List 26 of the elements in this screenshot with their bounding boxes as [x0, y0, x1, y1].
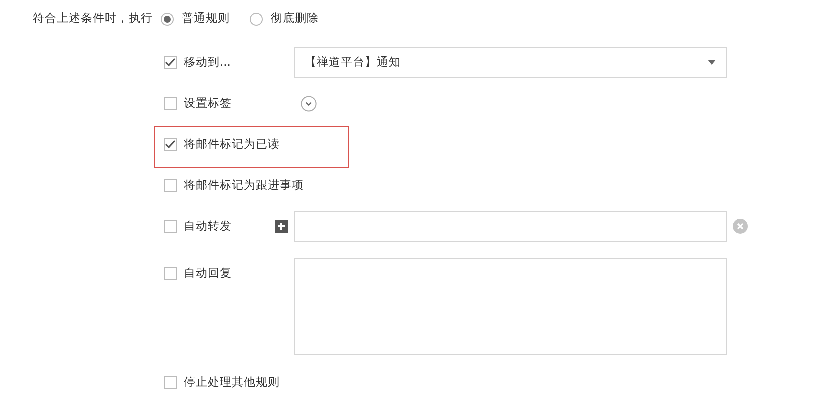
- radio-label[interactable]: 普通规则: [182, 10, 230, 28]
- option-label[interactable]: 停止处理其他规则: [184, 374, 280, 392]
- checkbox[interactable]: [164, 179, 177, 192]
- radio-label[interactable]: 彻底删除: [271, 10, 319, 28]
- add-icon[interactable]: [275, 220, 288, 233]
- option-label[interactable]: 将邮件标记为已读: [184, 136, 280, 154]
- option-label[interactable]: 将邮件标记为跟进事项: [184, 176, 304, 194]
- clear-icon[interactable]: [733, 219, 748, 234]
- radio-button[interactable]: [161, 12, 174, 26]
- option-label[interactable]: 自动回复: [184, 265, 232, 282]
- option-label[interactable]: 移动到...: [184, 54, 231, 72]
- option-label[interactable]: 设置标签: [184, 94, 232, 112]
- condition-label: 符合上述条件时，执行: [33, 10, 154, 28]
- checkbox[interactable]: [164, 97, 177, 110]
- forward-address-field[interactable]: [294, 211, 727, 242]
- option-label[interactable]: 自动转发: [184, 218, 232, 236]
- caret-icon: [708, 60, 716, 65]
- radio-button[interactable]: [250, 12, 263, 26]
- checkbox[interactable]: [164, 220, 177, 233]
- reply-text-area[interactable]: [294, 258, 727, 355]
- folder-dropdown[interactable]: 【禅道平台】通知: [294, 47, 727, 78]
- expand-icon[interactable]: [301, 96, 317, 112]
- checkbox[interactable]: [164, 267, 177, 280]
- checkbox[interactable]: [164, 138, 177, 151]
- checkbox[interactable]: [164, 56, 177, 69]
- checkbox[interactable]: [164, 376, 177, 389]
